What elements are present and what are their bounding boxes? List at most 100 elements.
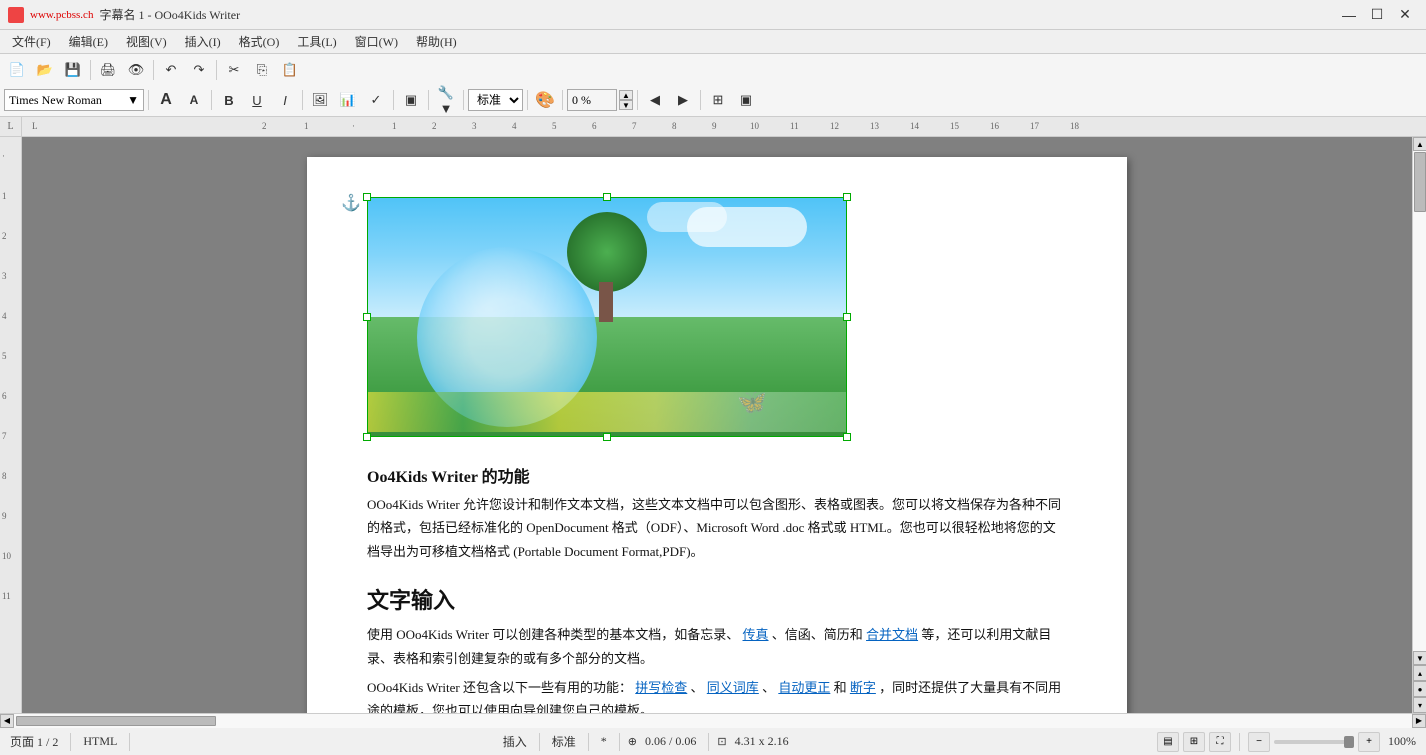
menu-insert[interactable]: 插入(I): [177, 31, 229, 52]
redo-button[interactable]: ↷: [186, 58, 212, 82]
close-button[interactable]: ✕: [1392, 5, 1418, 25]
scroll-up-button[interactable]: ▲: [1413, 137, 1426, 151]
undo-button[interactable]: ↶: [158, 58, 184, 82]
italic-button[interactable]: I: [272, 88, 298, 112]
minimize-button[interactable]: —: [1336, 5, 1362, 25]
new-button[interactable]: 📄: [4, 58, 30, 82]
handle-mr[interactable]: [843, 313, 851, 321]
menu-help[interactable]: 帮助(H): [408, 31, 465, 52]
menu-edit[interactable]: 编辑(E): [61, 31, 116, 52]
insert-mode[interactable]: 插入: [499, 733, 531, 750]
menu-format[interactable]: 格式(O): [231, 31, 288, 52]
preview-button[interactable]: 👁: [123, 58, 149, 82]
bold-button[interactable]: B: [216, 88, 242, 112]
menu-file[interactable]: 文件(F): [4, 31, 59, 52]
para2-mid: 、信函、简历和: [772, 627, 863, 642]
menu-view[interactable]: 视图(V): [118, 31, 175, 52]
handle-bc[interactable]: [603, 433, 611, 441]
para3-mid2: 、: [762, 680, 775, 695]
page-up-button[interactable]: ▴: [1413, 665, 1426, 681]
print-button[interactable]: 🖨: [95, 58, 121, 82]
font-name-dropdown[interactable]: Times New Roman ▼: [4, 89, 144, 111]
link-autocorrect[interactable]: 自动更正: [778, 680, 830, 695]
maximize-button[interactable]: ☐: [1364, 5, 1390, 25]
h-scroll-left-button[interactable]: ◀: [0, 714, 14, 728]
link-fax[interactable]: 传真: [743, 627, 769, 642]
image-flowers: [367, 392, 847, 432]
scroll-thumb[interactable]: [1414, 152, 1426, 212]
ruler-corner-label: L: [0, 117, 21, 136]
font-smaller-button[interactable]: A: [181, 88, 207, 112]
document-page: ⚓ 🦋: [307, 157, 1127, 713]
page-circle-button[interactable]: ●: [1413, 681, 1426, 697]
title-bar-controls: — ☐ ✕: [1336, 5, 1418, 25]
image-wrapper[interactable]: ⚓ 🦋: [367, 197, 847, 437]
link-spellcheck[interactable]: 拼写检查: [635, 680, 687, 695]
handle-ml[interactable]: [363, 313, 371, 321]
view-full-button[interactable]: ⛶: [1209, 732, 1231, 752]
menu-tools[interactable]: 工具(L): [289, 31, 344, 52]
extra-button-2[interactable]: ▣: [733, 88, 759, 112]
scroll-track[interactable]: [1413, 151, 1426, 651]
page-down-button[interactable]: ▾: [1413, 697, 1426, 713]
ruler-n2: 2: [262, 121, 267, 131]
paste-button[interactable]: 📋: [277, 58, 303, 82]
tools-dropdown-button[interactable]: 🔧▼: [433, 88, 459, 112]
open-button[interactable]: 📂: [32, 58, 58, 82]
modified-marker: *: [597, 734, 611, 749]
handle-tl[interactable]: [363, 193, 371, 201]
handle-br[interactable]: [843, 433, 851, 441]
frame-button[interactable]: ▣: [398, 88, 424, 112]
file-format: HTML: [79, 734, 121, 749]
scroll-down-button[interactable]: ▼: [1413, 651, 1426, 665]
lr-11: 11: [2, 591, 11, 601]
link-thesaurus[interactable]: 同义词库: [707, 680, 759, 695]
ruler-14: 14: [910, 121, 919, 131]
insert-image-button[interactable]: 🖼: [307, 88, 333, 112]
color-button[interactable]: 🎨: [532, 88, 558, 112]
ruler-5: 5: [552, 121, 557, 131]
handle-tr[interactable]: [843, 193, 851, 201]
separator-2: [153, 60, 154, 80]
insert-special-button[interactable]: ✓: [363, 88, 389, 112]
zoom-up-button[interactable]: ▲: [619, 90, 633, 100]
document-area[interactable]: ⚓ 🦋: [22, 137, 1412, 713]
link-hyphenation[interactable]: 断字: [850, 680, 876, 695]
view-web-button[interactable]: ⊞: [1183, 732, 1205, 752]
zoom-slider-thumb[interactable]: [1344, 736, 1354, 748]
zoom-down-button[interactable]: ▼: [619, 100, 633, 110]
lr-2: 2: [2, 231, 7, 241]
handle-tc[interactable]: [603, 193, 611, 201]
separator-f5: [428, 90, 429, 110]
extra-button[interactable]: ⊞: [705, 88, 731, 112]
view-normal-button[interactable]: ▤: [1157, 732, 1179, 752]
handle-bl[interactable]: [363, 433, 371, 441]
zoom-percent: 0 %: [572, 93, 591, 108]
separator-1: [90, 60, 91, 80]
h-scroll-thumb[interactable]: [16, 716, 216, 726]
lr-3: 3: [2, 271, 7, 281]
nav-prev-button[interactable]: ◀: [642, 88, 668, 112]
selection-mode[interactable]: 标准: [548, 733, 580, 750]
insert-chart-button[interactable]: 📊: [335, 88, 361, 112]
lr-6: 6: [2, 391, 7, 401]
font-larger-button[interactable]: A: [153, 88, 179, 112]
para3-mid1: 、: [691, 680, 704, 695]
document-image[interactable]: 🦋: [367, 197, 847, 437]
h-scroll-track[interactable]: [14, 714, 1412, 728]
zoom-minus-button[interactable]: −: [1248, 732, 1270, 752]
zoom-slider[interactable]: [1274, 740, 1354, 744]
separator-f4: [393, 90, 394, 110]
zoom-plus-button[interactable]: +: [1358, 732, 1380, 752]
style-select[interactable]: 标准: [468, 89, 523, 111]
lr-5: 5: [2, 351, 7, 361]
separator-f7: [527, 90, 528, 110]
underline-button[interactable]: U: [244, 88, 270, 112]
copy-button[interactable]: ⎘: [249, 58, 275, 82]
link-merge[interactable]: 合并文档: [866, 627, 918, 642]
save-button[interactable]: 💾: [60, 58, 86, 82]
h-scroll-right-button[interactable]: ▶: [1412, 714, 1426, 728]
nav-next-button[interactable]: ▶: [670, 88, 696, 112]
cut-button[interactable]: ✂: [221, 58, 247, 82]
menu-window[interactable]: 窗口(W): [347, 31, 406, 52]
